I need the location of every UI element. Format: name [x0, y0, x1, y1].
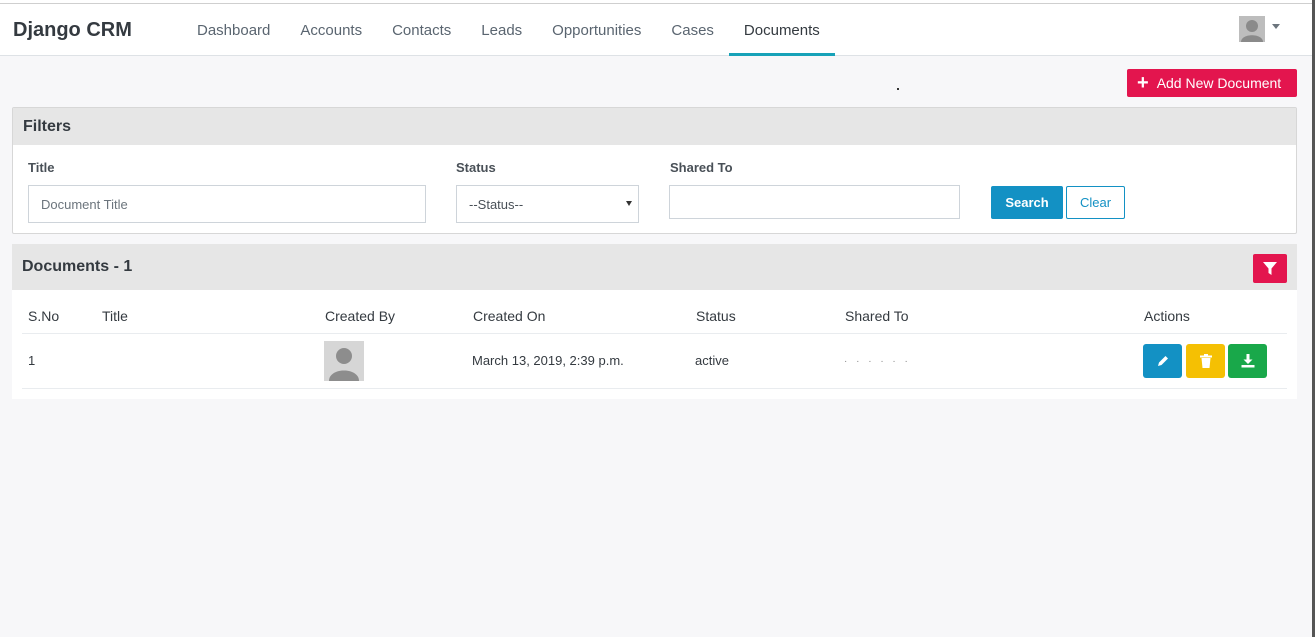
user-avatar-icon[interactable] — [1239, 16, 1265, 42]
download-document-button[interactable] — [1228, 344, 1267, 378]
row-divider — [22, 388, 1287, 389]
created-by-avatar-icon — [324, 341, 364, 381]
documents-title: Documents - 1 — [22, 258, 133, 275]
add-new-document-button[interactable]: + Add New Document — [1127, 69, 1297, 97]
row-created-on: March 13, 2019, 2:39 p.m. — [472, 353, 624, 368]
status-filter-select[interactable]: --Status-- — [456, 185, 639, 223]
clear-button[interactable]: Clear — [1066, 186, 1125, 219]
column-status: Status — [696, 308, 736, 324]
nav-opportunities[interactable]: Opportunities — [537, 4, 656, 56]
column-created-on: Created On — [473, 308, 546, 324]
delete-document-button[interactable] — [1186, 344, 1225, 378]
row-sno: 1 — [28, 353, 36, 368]
row-status: active — [695, 353, 729, 368]
nav-documents[interactable]: Documents — [728, 4, 835, 56]
status-filter-label: Status — [456, 160, 496, 175]
filter-icon — [1263, 261, 1277, 275]
select-caret-icon — [626, 201, 632, 206]
pencil-icon — [1157, 356, 1168, 366]
nav-accounts[interactable]: Accounts — [285, 4, 377, 56]
column-title: Title — [102, 308, 128, 324]
column-shared-to: Shared To — [845, 308, 909, 324]
filters-panel: Filters Title Status --Status-- Shared T… — [12, 107, 1297, 234]
documents-header: Documents - 1 — [12, 244, 1297, 290]
row-shared-to-avatars: · · · · · · — [844, 356, 911, 367]
stray-dot — [897, 88, 899, 90]
nav-contacts[interactable]: Contacts — [377, 4, 466, 56]
column-actions: Actions — [1144, 308, 1190, 324]
nav-cases[interactable]: Cases — [656, 4, 729, 56]
trash-icon — [1199, 354, 1212, 368]
shared-to-filter-input[interactable] — [669, 185, 960, 219]
edit-document-button[interactable] — [1143, 344, 1182, 378]
search-button[interactable]: Search — [991, 186, 1063, 219]
title-filter-input[interactable] — [28, 185, 426, 223]
user-menu-caret-icon[interactable] — [1272, 24, 1280, 29]
main-nav: Dashboard Accounts Contacts Leads Opport… — [182, 4, 835, 56]
title-filter-label: Title — [28, 160, 55, 175]
filters-title: Filters — [13, 108, 1296, 145]
navbar: Django CRM Dashboard Accounts Contacts L… — [0, 4, 1312, 56]
documents-panel: Documents - 1 S.No Title Created By Crea… — [12, 244, 1297, 399]
download-icon — [1241, 354, 1254, 368]
brand-logo[interactable]: Django CRM — [13, 19, 132, 42]
toggle-filter-button[interactable] — [1253, 254, 1287, 283]
shared-to-filter-label: Shared To — [670, 160, 733, 175]
nav-dashboard[interactable]: Dashboard — [182, 4, 285, 56]
column-sno: S.No — [28, 308, 60, 324]
nav-leads[interactable]: Leads — [466, 4, 537, 56]
add-new-document-label: Add New Document — [1156, 75, 1282, 91]
column-created-by: Created By — [325, 308, 396, 324]
status-selected-value: --Status-- — [469, 196, 524, 212]
header-divider — [22, 333, 1287, 334]
plus-icon: + — [1137, 72, 1149, 94]
